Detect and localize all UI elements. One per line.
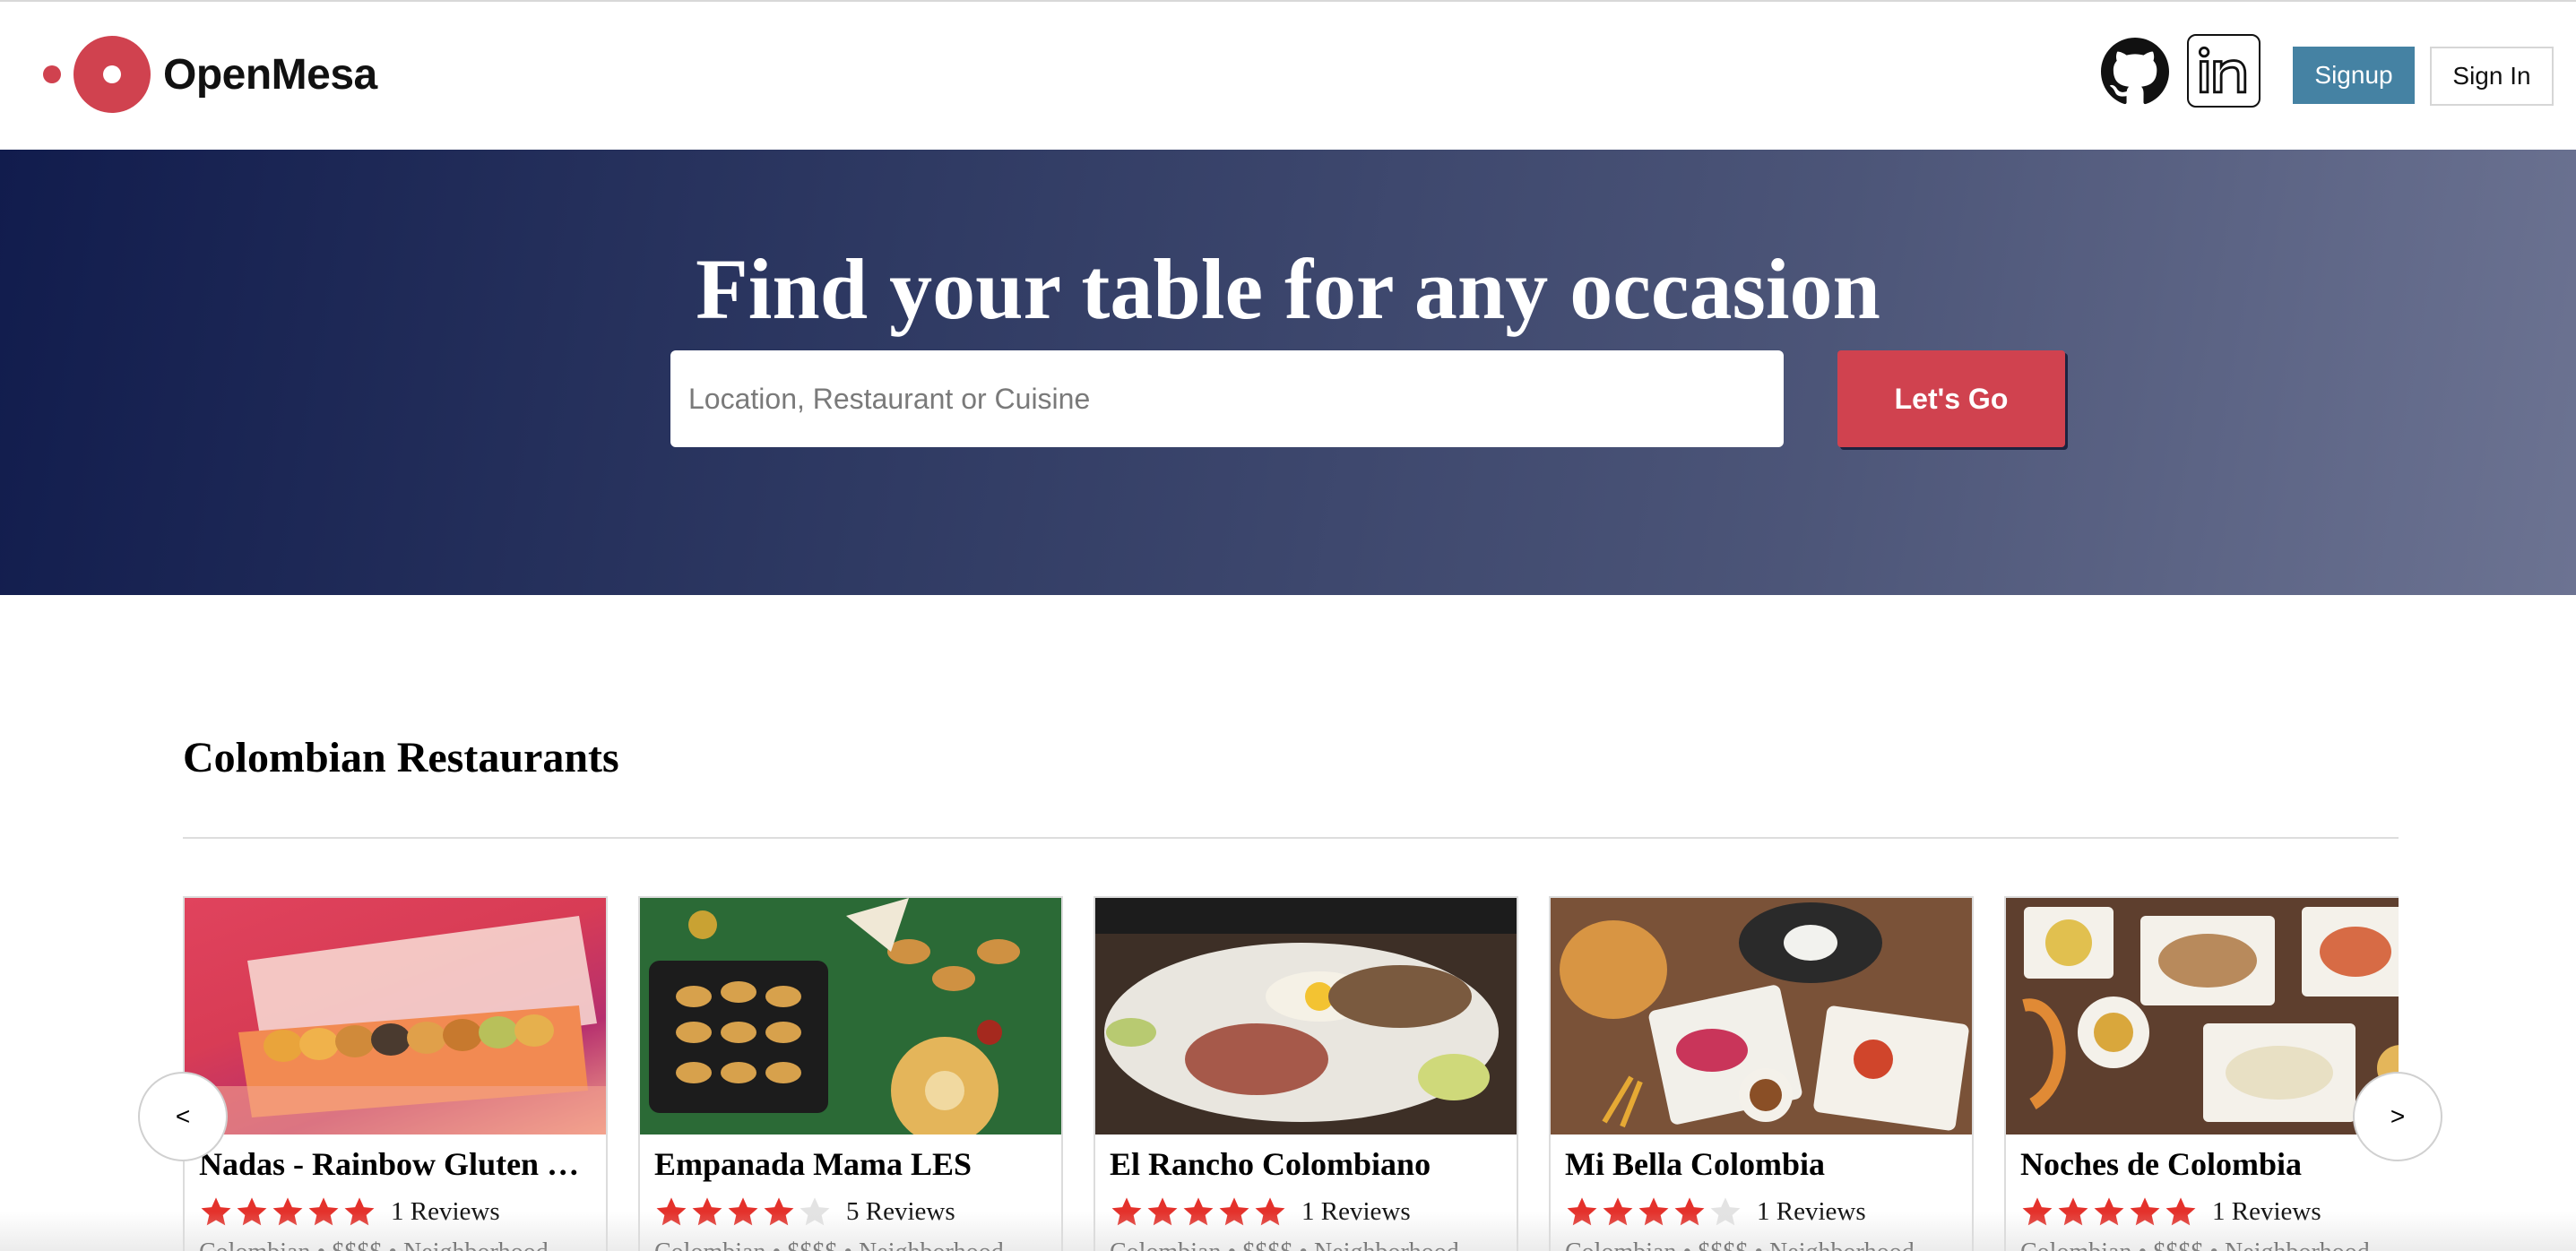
review-count: 5 Reviews <box>846 1196 955 1226</box>
restaurant-name[interactable]: Empanada Mama LES <box>654 1145 1049 1183</box>
star-filled-icon <box>764 1197 794 1226</box>
star-filled-icon <box>692 1197 722 1226</box>
star-filled-icon <box>237 1197 267 1226</box>
star-filled-icon <box>1255 1197 1285 1226</box>
star-filled-icon <box>656 1197 687 1226</box>
restaurant-name[interactable]: Noches de Colombia <box>2020 1145 2399 1183</box>
search-input[interactable] <box>670 350 1784 447</box>
restaurant-card[interactable]: Empanada Mama LES 5 Reviews Colombian • … <box>638 896 1063 1251</box>
restaurant-photo[interactable] <box>1095 898 1517 1135</box>
restaurant-meta: Colombian • $$$$ • Neighborhood <box>199 1238 549 1251</box>
hero-banner: Find your table for any occasion Let's G… <box>0 150 2576 595</box>
star-rating <box>654 1195 834 1228</box>
logo-ring-icon <box>73 36 151 113</box>
review-count: 1 Reviews <box>1757 1196 1866 1226</box>
star-filled-icon <box>2130 1197 2160 1226</box>
star-filled-icon <box>1111 1197 1142 1226</box>
carousel-next-button[interactable]: > <box>2353 1072 2442 1161</box>
star-rating <box>1565 1195 1744 1228</box>
star-filled-icon <box>1638 1197 1669 1226</box>
brand-name: OpenMesa <box>163 50 377 99</box>
signin-button[interactable]: Sign In <box>2430 47 2554 106</box>
logo-dot-icon <box>43 65 61 83</box>
empanada-platter-illustration <box>640 898 1061 1135</box>
section-divider <box>183 837 2399 839</box>
star-rating <box>2020 1195 2200 1228</box>
star-filled-icon <box>2022 1197 2053 1226</box>
restaurant-card[interactable]: Mi Bella Colombia 1 Reviews Colombian • … <box>1549 896 1974 1251</box>
star-filled-icon <box>308 1197 339 1226</box>
rating-row: 1 Reviews <box>1110 1194 1411 1229</box>
star-filled-icon <box>2165 1197 2196 1226</box>
review-count: 1 Reviews <box>2212 1196 2321 1226</box>
star-filled-icon <box>1674 1197 1705 1226</box>
restaurant-card[interactable]: Noches de Colombia 1 Reviews Colombian •… <box>2004 896 2399 1251</box>
colombian-feast-illustration <box>2006 898 2399 1135</box>
restaurant-photo[interactable] <box>640 898 1061 1135</box>
star-rating <box>199 1195 378 1228</box>
star-filled-icon <box>1219 1197 1249 1226</box>
star-filled-icon <box>1147 1197 1178 1226</box>
restaurant-photo[interactable] <box>2006 898 2399 1135</box>
empanada-box-illustration <box>185 916 606 1135</box>
restaurant-photo[interactable] <box>185 898 606 1135</box>
site-header: OpenMesa Signup Sign In <box>0 2 2576 150</box>
rating-row: 1 Reviews <box>1565 1194 1866 1229</box>
star-filled-icon <box>2058 1197 2088 1226</box>
star-filled-icon <box>344 1197 375 1226</box>
restaurant-carousel: Nadas - Rainbow Gluten Free Empanadas 1 … <box>183 896 2399 1251</box>
star-rating <box>1110 1195 1289 1228</box>
star-filled-icon <box>1603 1197 1633 1226</box>
restaurant-name[interactable]: Mi Bella Colombia <box>1565 1145 1959 1183</box>
star-filled-icon <box>272 1197 303 1226</box>
restaurant-meta: Colombian • $$$$ • Neighborhood <box>654 1238 1004 1251</box>
github-icon[interactable] <box>2101 38 2169 106</box>
logo[interactable]: OpenMesa <box>43 34 377 115</box>
star-filled-icon <box>1183 1197 1214 1226</box>
restaurant-photo[interactable] <box>1551 898 1972 1135</box>
restaurant-card[interactable]: El Rancho Colombiano 1 Reviews Colombian… <box>1094 896 1518 1251</box>
colombian-spread-illustration <box>1551 898 1972 1135</box>
restaurant-name[interactable]: El Rancho Colombiano <box>1110 1145 1504 1183</box>
rating-row: 1 Reviews <box>199 1194 500 1229</box>
restaurant-meta: Colombian • $$$$ • Neighborhood <box>2020 1238 2370 1251</box>
review-count: 1 Reviews <box>391 1196 500 1226</box>
star-filled-icon <box>728 1197 758 1226</box>
star-empty-icon <box>1710 1197 1741 1226</box>
lets-go-button[interactable]: Let's Go <box>1837 350 2065 447</box>
section-title: Colombian Restaurants <box>183 734 619 781</box>
hero-title: Find your table for any occasion <box>696 241 1880 337</box>
linkedin-icon[interactable] <box>2187 34 2260 108</box>
star-empty-icon <box>800 1197 830 1226</box>
restaurant-meta: Colombian • $$$$ • Neighborhood <box>1565 1238 1915 1251</box>
restaurant-name[interactable]: Nadas - Rainbow Gluten Free Empanadas <box>199 1145 593 1183</box>
star-filled-icon <box>201 1197 231 1226</box>
restaurant-meta: Colombian • $$$$ • Neighborhood <box>1110 1238 1459 1251</box>
star-filled-icon <box>1567 1197 1597 1226</box>
bandeja-paisa-illustration <box>1095 898 1517 1135</box>
star-filled-icon <box>2094 1197 2124 1226</box>
signup-button[interactable]: Signup <box>2293 47 2415 104</box>
restaurant-card[interactable]: Nadas - Rainbow Gluten Free Empanadas 1 … <box>183 896 608 1251</box>
review-count: 1 Reviews <box>1301 1196 1411 1226</box>
rating-row: 1 Reviews <box>2020 1194 2321 1229</box>
carousel-prev-button[interactable]: < <box>138 1072 228 1161</box>
rating-row: 5 Reviews <box>654 1194 955 1229</box>
